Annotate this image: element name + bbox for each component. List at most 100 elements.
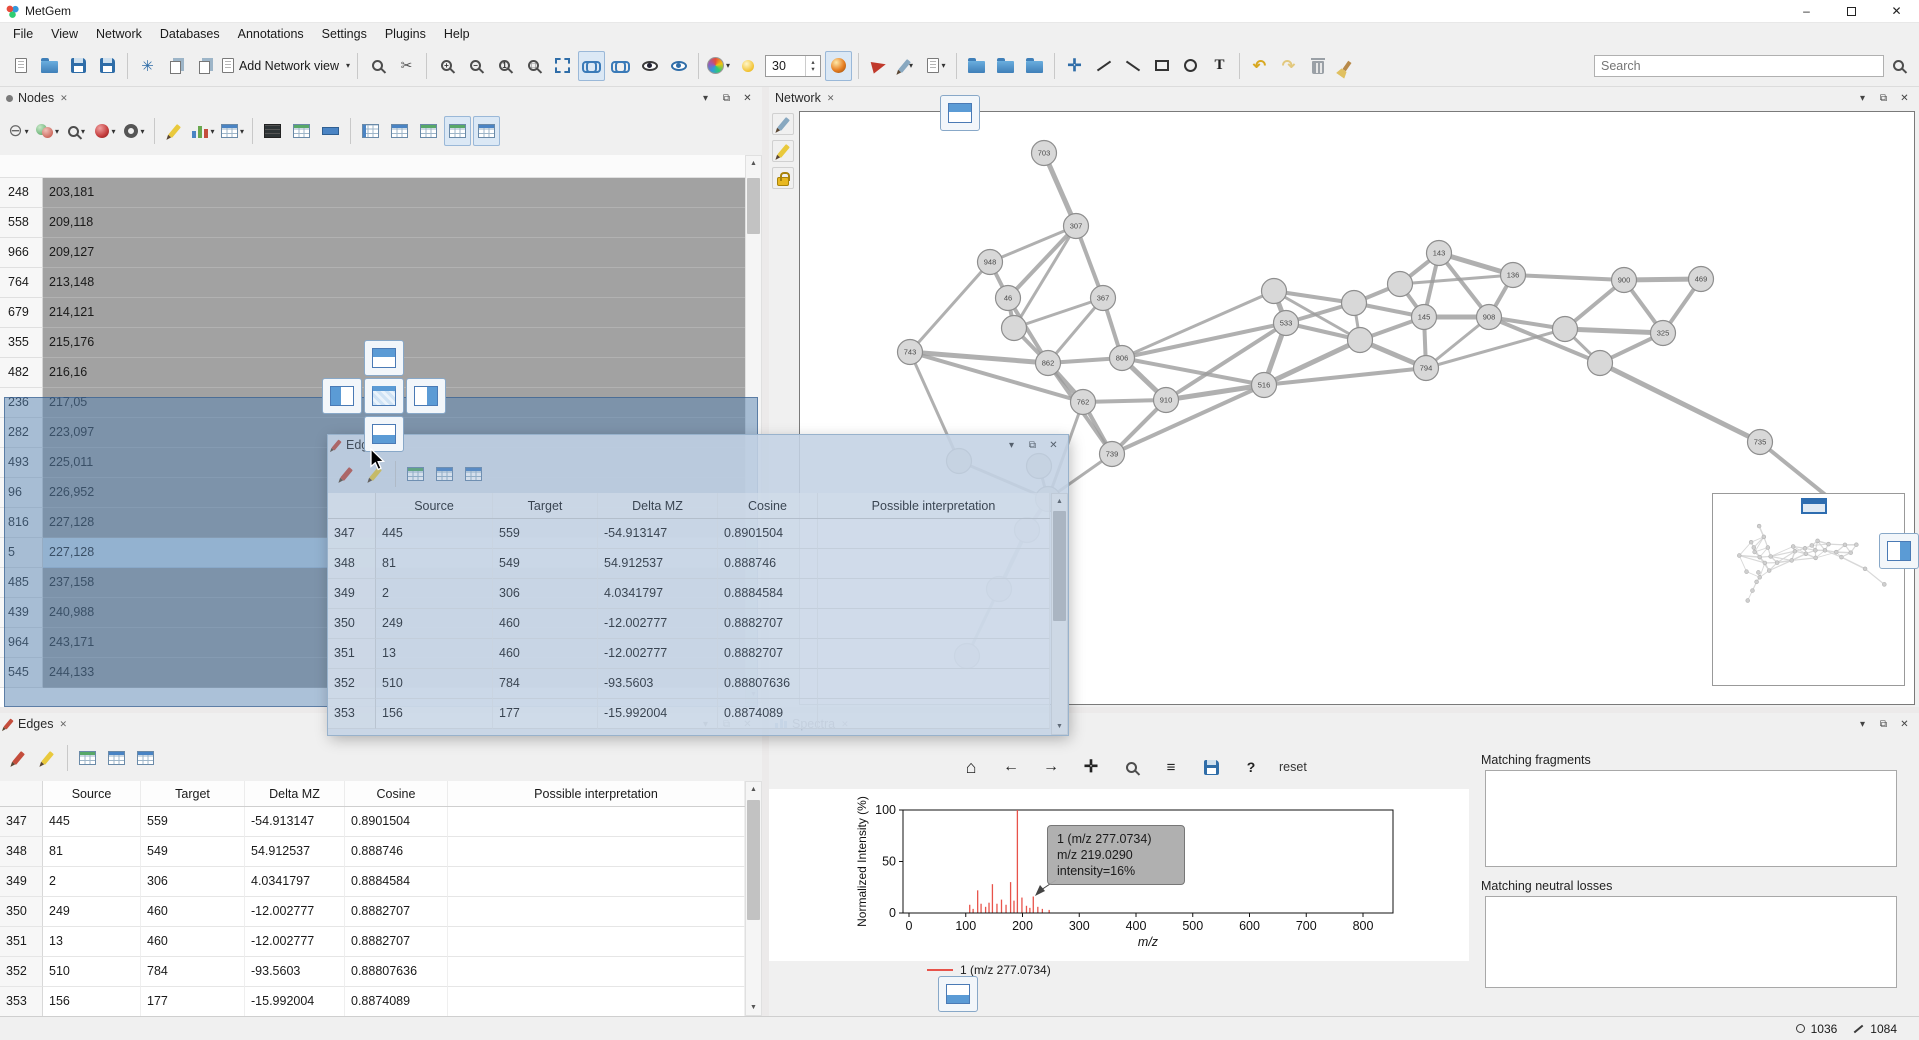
delta-cell[interactable]: -54.913147 <box>598 519 718 549</box>
search-input[interactable] <box>1594 55 1884 77</box>
target-cell[interactable]: 784 <box>493 669 598 699</box>
scrollbar-thumb[interactable] <box>747 178 760 234</box>
panel-float-button[interactable]: ⧉ <box>1024 438 1041 453</box>
column-header-target[interactable]: Target <box>493 493 598 518</box>
target-cell[interactable]: 460 <box>493 609 598 639</box>
delta-cell[interactable]: -12.002777 <box>245 897 345 927</box>
table-row[interactable]: 350 249 460 -12.002777 0.8882707 <box>0 897 745 927</box>
delete-button[interactable] <box>1304 51 1331 81</box>
table-view-c-button[interactable] <box>460 459 487 489</box>
dock-left-indicator[interactable] <box>322 378 362 414</box>
row-header[interactable]: 352 <box>328 669 376 699</box>
row-header[interactable]: 679 <box>0 298 43 328</box>
floating-scrollbar[interactable]: ▲ ▼ <box>1051 493 1068 735</box>
target-cell[interactable]: 306 <box>141 867 245 897</box>
tab-close-icon[interactable]: ✕ <box>59 719 67 730</box>
interpretation-cell[interactable] <box>448 987 745 1016</box>
dock-right-indicator[interactable] <box>406 378 446 414</box>
row-header[interactable]: 351 <box>0 927 43 957</box>
table-view-a-button[interactable] <box>74 743 101 773</box>
target-cell[interactable]: 177 <box>141 987 245 1016</box>
menu-item[interactable]: Network <box>87 23 151 45</box>
scrollbar-thumb[interactable] <box>1053 511 1066 621</box>
save-figure-button[interactable] <box>1199 754 1223 780</box>
zoom-selection-button[interactable]: □ <box>520 51 547 81</box>
close-button[interactable]: ✕ <box>1874 0 1919 23</box>
help-button[interactable]: ? <box>1239 754 1263 780</box>
node-scale-button[interactable] <box>734 51 761 81</box>
panel-menu-button[interactable]: ▾ <box>1854 717 1871 732</box>
column-header-cosine[interactable]: Cosine <box>718 493 818 518</box>
highlight-node-button[interactable]: ▾ <box>92 116 119 146</box>
node-size-spinner[interactable]: 30 ▴▾ <box>765 55 821 77</box>
back-button[interactable]: ← <box>999 754 1023 780</box>
view-options-button[interactable]: ▾ <box>219 116 246 146</box>
row-header[interactable]: 355 <box>0 328 43 358</box>
delta-cell[interactable]: -12.002777 <box>598 639 718 669</box>
table-row[interactable]: 348 81 549 54.912537 0.888746 <box>328 549 1050 579</box>
interpretation-cell[interactable] <box>818 579 1050 609</box>
row-header[interactable]: 350 <box>0 897 43 927</box>
draw-line-button[interactable] <box>1090 51 1117 81</box>
import-metadata-button[interactable] <box>163 51 190 81</box>
cosine-cell[interactable]: 0.8874089 <box>345 987 448 1016</box>
cosine-cell[interactable]: 0.8882707 <box>718 609 818 639</box>
delta-cell[interactable]: -15.992004 <box>245 987 345 1016</box>
dock-bottom-indicator[interactable] <box>364 416 404 452</box>
cosine-cell[interactable]: 0.8882707 <box>345 897 448 927</box>
source-cell[interactable]: 13 <box>376 639 493 669</box>
tab-close-icon[interactable]: ✕ <box>60 93 68 104</box>
mz-cell[interactable]: 213,148 <box>43 268 745 298</box>
forward-button[interactable]: → <box>1039 754 1063 780</box>
tab-close-icon[interactable]: ✕ <box>827 93 835 104</box>
column-header-cosine[interactable]: Cosine <box>345 781 448 806</box>
highlight-yellow-button[interactable] <box>161 116 188 146</box>
cosine-cell[interactable]: 0.8901504 <box>718 519 818 549</box>
target-cell[interactable]: 460 <box>141 897 245 927</box>
undo-button[interactable]: ↶ <box>1246 51 1273 81</box>
draw-ellipse-button[interactable] <box>1177 51 1204 81</box>
table-view-5-button[interactable] <box>473 116 500 146</box>
source-cell[interactable]: 249 <box>43 897 141 927</box>
generate-network-button[interactable]: ✳ <box>134 51 161 81</box>
edges-scrollbar[interactable]: ▲ ▼ <box>745 781 762 1016</box>
source-cell[interactable]: 156 <box>376 699 493 729</box>
source-cell[interactable]: 510 <box>376 669 493 699</box>
color-table-button[interactable] <box>288 116 315 146</box>
blue-bar-button[interactable] <box>317 116 344 146</box>
source-cell[interactable]: 445 <box>376 519 493 549</box>
panel-menu-button[interactable]: ▾ <box>1854 91 1871 106</box>
table-row[interactable]: 352 510 784 -93.5603 0.88807636 <box>0 957 745 987</box>
row-header[interactable]: 248 <box>0 178 43 208</box>
add-network-view-button[interactable]: Add Network view ▾ <box>221 51 351 81</box>
floating-edges-panel[interactable]: Edges ▾ ⧉ ✕ Source Target Delta MZ Cosin… <box>328 435 1068 735</box>
menu-item[interactable]: View <box>42 23 87 45</box>
row-header[interactable]: 764 <box>0 268 43 298</box>
edit-red-pen-button[interactable] <box>5 743 32 773</box>
floating-panel-titlebar[interactable]: Edges ▾ ⧉ ✕ <box>328 435 1068 455</box>
table-view-2-button[interactable] <box>386 116 413 146</box>
source-cell[interactable]: 2 <box>376 579 493 609</box>
table-view-1-button[interactable] <box>357 116 384 146</box>
show-isolated-nodes-button[interactable] <box>665 51 692 81</box>
dock-top-indicator[interactable] <box>364 340 404 376</box>
interpretation-cell[interactable] <box>818 699 1050 729</box>
row-header[interactable]: 347 <box>328 519 376 549</box>
interpretation-cell[interactable] <box>448 867 745 897</box>
dock-edge-top-indicator[interactable] <box>940 95 980 131</box>
source-cell[interactable]: 13 <box>43 927 141 957</box>
open-file-button[interactable] <box>36 51 63 81</box>
pick-mode-button[interactable] <box>772 140 794 162</box>
cosine-cell[interactable]: 0.88807636 <box>718 669 818 699</box>
table-row[interactable]: 764 213,148 <box>0 268 745 298</box>
nodes-panel-titlebar[interactable]: Nodes ✕ ▾ ⧉ ✕ <box>0 87 762 109</box>
interpretation-cell[interactable] <box>818 669 1050 699</box>
table-row[interactable]: 351 13 460 -12.002777 0.8882707 <box>0 927 745 957</box>
link-nodes-button[interactable] <box>607 51 634 81</box>
column-header-interpretation[interactable]: Possible interpretation <box>448 781 745 806</box>
cosine-cell[interactable]: 0.888746 <box>345 837 448 867</box>
source-cell[interactable]: 445 <box>43 807 141 837</box>
delta-cell[interactable]: 4.0341797 <box>245 867 345 897</box>
mz-cell[interactable]: 209,127 <box>43 238 745 268</box>
column-header-source[interactable]: Source <box>43 781 141 806</box>
